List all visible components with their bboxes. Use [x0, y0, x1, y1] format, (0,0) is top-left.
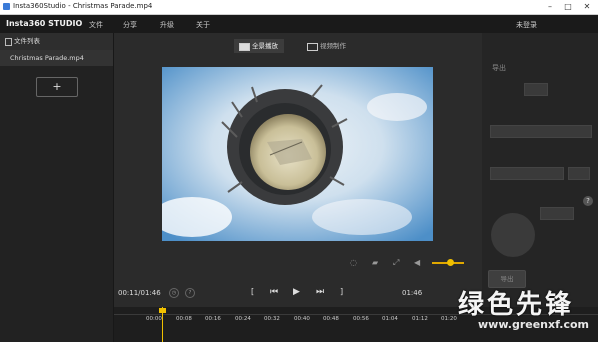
timeline-tick: 00:56 — [353, 316, 369, 322]
play-icon[interactable]: ▶ — [293, 287, 300, 297]
timeline-tick: 00:16 — [205, 316, 221, 322]
minimize-icon[interactable]: – — [543, 1, 557, 13]
app-logo: Insta360 STUDIO — [6, 19, 83, 28]
close-icon[interactable]: ✕ — [580, 1, 594, 13]
export-option-field[interactable] — [524, 83, 548, 96]
volume-icon[interactable]: ◀ — [414, 258, 420, 267]
mark-out-icon[interactable]: ] — [340, 287, 343, 296]
maximize-icon[interactable]: □ — [561, 1, 575, 13]
timeline-tick: 00:48 — [323, 316, 339, 322]
watermark-url: www.greenxf.com — [478, 318, 590, 331]
tiny-planet-frame — [162, 67, 433, 241]
timeline-tick: 00:40 — [294, 316, 310, 322]
window-titlebar: Insta360Studio - Christmas Parade.mp4 – … — [0, 0, 598, 15]
playhead-handle[interactable] — [159, 308, 166, 313]
end-time: 01:46 — [402, 289, 423, 297]
file-list-icon — [5, 38, 12, 46]
tab-panorama-play[interactable]: 全景播放 — [234, 39, 284, 53]
prev-frame-icon[interactable]: ⏮ — [270, 287, 278, 297]
tab-label: 全景播放 — [252, 42, 278, 50]
timeline-tick: 00:00 — [146, 316, 162, 322]
panorama-icon — [239, 43, 250, 51]
menu-share[interactable]: 分享 — [123, 20, 137, 30]
file-list-title: 文件列表 — [14, 37, 40, 45]
video-preview[interactable] — [162, 67, 433, 241]
timeline-tick: 00:32 — [264, 316, 280, 322]
timeline-tick: 01:20 — [441, 316, 457, 322]
info-icon[interactable]: ? — [185, 288, 195, 298]
file-list-header: 文件列表 — [0, 33, 113, 50]
snapshot-icon[interactable]: ▰ — [372, 258, 378, 267]
video-icon — [307, 43, 318, 51]
current-time: 00:11/01:46 — [118, 289, 161, 297]
timeline-tick: 01:04 — [382, 316, 398, 322]
main-preview: 全景播放 视频制作 ◌ ▰ ⤢ ◀ — [114, 33, 482, 283]
menu-upgrade[interactable]: 升级 — [160, 20, 174, 30]
window-title: Insta360Studio - Christmas Parade.mp4 — [13, 2, 153, 10]
export-preview-circle — [491, 213, 535, 257]
next-frame-icon[interactable]: ⏭ — [316, 287, 324, 297]
timeline-tick: 00:24 — [235, 316, 251, 322]
watermark: 绿色先锋 — [458, 290, 575, 320]
timeline-tick: 00:08 — [176, 316, 192, 322]
reset-view-icon[interactable]: ◌ — [350, 258, 357, 267]
tab-video-make[interactable]: 视频制作 — [302, 39, 352, 53]
file-list-sidebar: 文件列表 Christmas Parade.mp4 + — [0, 33, 114, 342]
volume-slider-handle[interactable] — [447, 259, 454, 266]
browse-button[interactable] — [568, 167, 590, 180]
menubar: Insta360 STUDIO 文件 分享 升级 关于 未登录 — [0, 15, 598, 33]
menu-about[interactable]: 关于 — [196, 20, 210, 30]
file-list-item[interactable]: Christmas Parade.mp4 — [0, 50, 113, 66]
menu-file[interactable]: 文件 — [89, 20, 103, 30]
fullscreen-icon[interactable]: ⤢ — [393, 258, 399, 268]
export-panel-title: 导出 — [492, 64, 506, 72]
export-option-field-2[interactable] — [540, 207, 574, 220]
speed-icon[interactable]: ◷ — [169, 288, 179, 298]
login-status[interactable]: 未登录 — [516, 20, 537, 30]
help-icon[interactable]: ? — [583, 196, 593, 206]
add-file-button[interactable]: + — [36, 77, 78, 97]
transport-bar: 00:11/01:46 ◷ ? [ ⏮ ▶ ⏭ ] 01:46 — [114, 283, 482, 305]
export-path-field[interactable] — [490, 167, 564, 180]
mark-in-icon[interactable]: [ — [251, 287, 254, 296]
app-icon — [3, 3, 10, 10]
export-option-select[interactable] — [490, 125, 592, 138]
timeline-tick: 01:12 — [412, 316, 428, 322]
tab-label: 视频制作 — [320, 42, 346, 50]
